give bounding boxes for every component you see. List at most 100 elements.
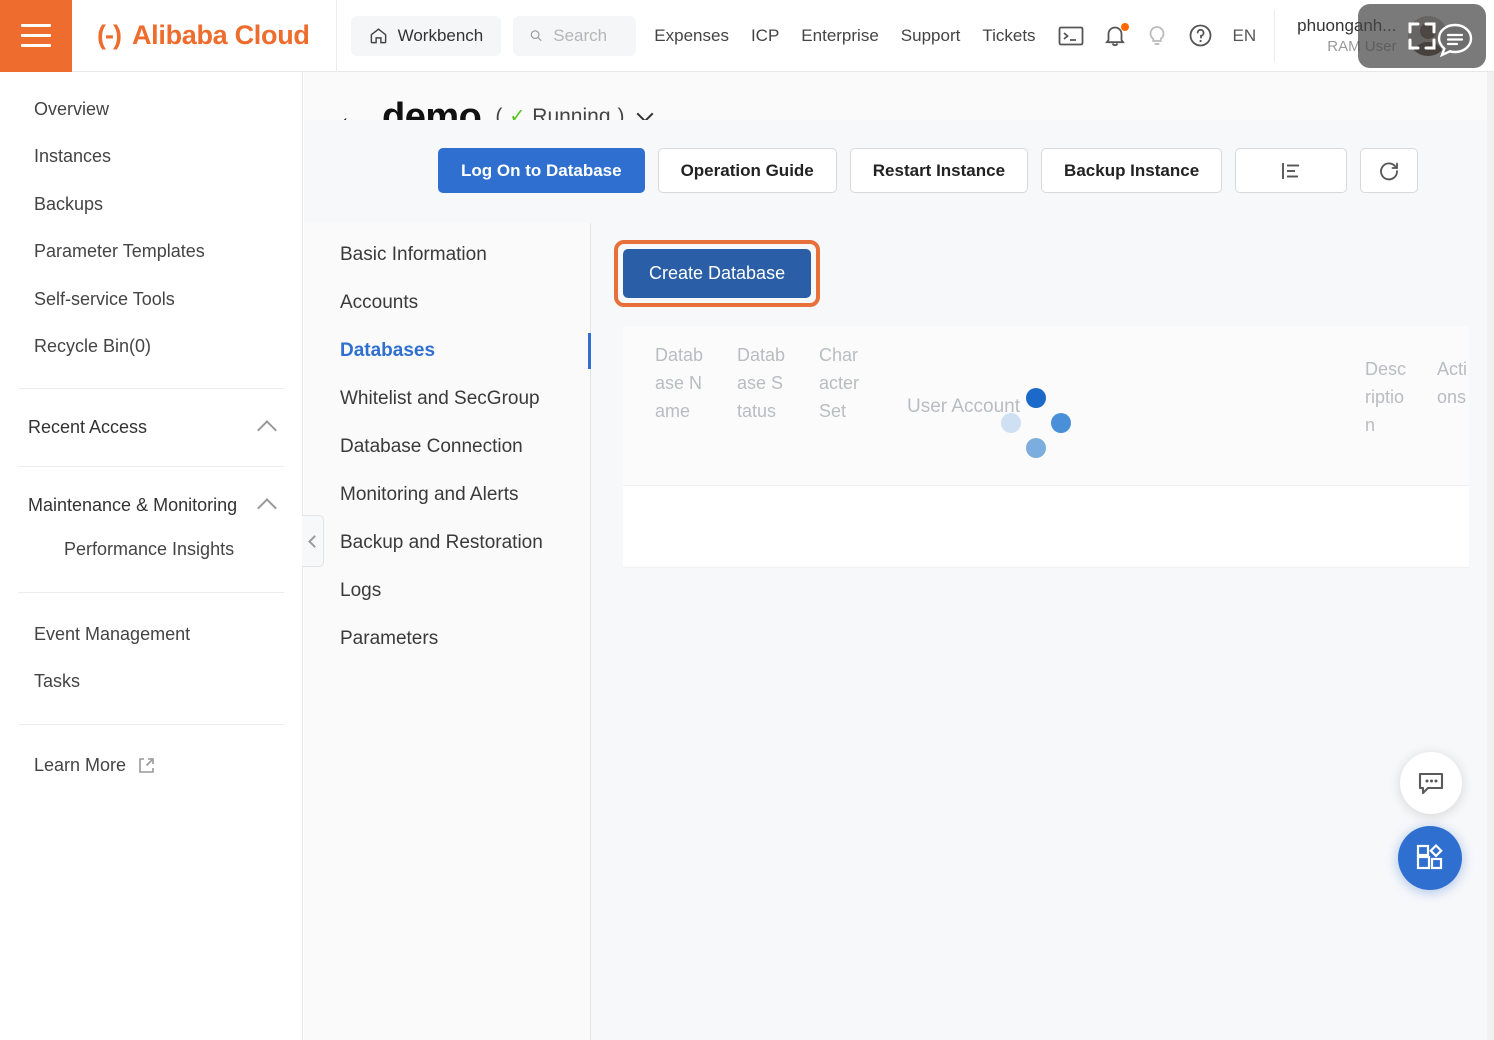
brand-name: Alibaba Cloud <box>132 20 310 51</box>
sidebar-divider <box>18 388 284 389</box>
status-badge: ( ✓ Running ) <box>495 105 624 120</box>
back-arrow-icon[interactable]: ← <box>334 100 368 120</box>
sidebar-group-label: Maintenance & Monitoring <box>28 495 237 516</box>
apps-button[interactable] <box>1398 826 1462 890</box>
column-header-database-name: Database Name <box>651 342 705 485</box>
loading-spinner <box>1001 388 1071 458</box>
sidebar-item-backups[interactable]: Backups <box>0 181 302 228</box>
terminal-icon[interactable] <box>1058 25 1084 47</box>
sidebar-collapse-handle[interactable] <box>302 515 324 567</box>
table-body-empty <box>623 486 1469 568</box>
sidebar-item-recycle-bin[interactable]: Recycle Bin(0) <box>0 323 302 370</box>
lightbulb-glyph <box>1146 24 1168 48</box>
check-icon: ✓ <box>509 105 525 120</box>
feedback-button[interactable] <box>1400 752 1462 814</box>
hamburger-bar <box>21 24 51 27</box>
workbench-label: Workbench <box>398 26 484 46</box>
home-icon <box>369 26 388 45</box>
sidebar-item-overview[interactable]: Overview <box>0 86 302 133</box>
chevron-left-icon <box>308 535 321 548</box>
status-paren-close: ) <box>618 105 625 120</box>
inner-nav-whitelist-and-secgroup[interactable]: Whitelist and SecGroup <box>304 375 590 423</box>
create-database-button[interactable]: Create Database <box>623 249 811 298</box>
hamburger-icon[interactable] <box>0 0 72 72</box>
sidebar-item-event-management[interactable]: Event Management <box>0 611 302 658</box>
inner-nav-monitoring-and-alerts[interactable]: Monitoring and Alerts <box>304 471 590 519</box>
nav-icp[interactable]: ICP <box>751 26 779 46</box>
inner-nav-databases[interactable]: Databases <box>304 327 590 375</box>
create-database-wrapper: Create Database <box>623 249 811 298</box>
sidebar-group-recent-access[interactable]: Recent Access <box>0 407 302 448</box>
instance-title-bar: ← demo ( ✓ Running ) <box>304 72 1494 120</box>
refresh-icon <box>1378 160 1400 182</box>
content-wrapper: Basic Information Accounts Databases Whi… <box>304 223 1494 1040</box>
spinner-dot <box>1051 413 1071 433</box>
backup-instance-button[interactable]: Backup Instance <box>1041 148 1222 193</box>
external-link-icon <box>138 757 155 774</box>
refresh-icon-button[interactable] <box>1360 148 1418 193</box>
sidebar-item-performance-insights[interactable]: Performance Insights <box>0 526 302 573</box>
chevron-up-icon <box>257 420 277 440</box>
workbench-button[interactable]: Workbench <box>351 16 502 56</box>
databases-panel: Create Database Database Name Database S… <box>591 223 1494 1040</box>
sidebar-item-parameter-templates[interactable]: Parameter Templates <box>0 228 302 275</box>
inner-nav-database-connection[interactable]: Database Connection <box>304 423 590 471</box>
bell-icon[interactable] <box>1104 24 1126 48</box>
notification-badge <box>1121 23 1129 31</box>
lightbulb-icon[interactable] <box>1146 24 1168 48</box>
chat-bubble-icon <box>1416 768 1446 798</box>
inner-nav-logs[interactable]: Logs <box>304 567 590 615</box>
spinner-dot <box>1026 438 1046 458</box>
sidebar-item-instances[interactable]: Instances <box>0 133 302 180</box>
nav-expenses[interactable]: Expenses <box>654 26 729 46</box>
sidebar-divider <box>18 466 284 467</box>
sidebar-group-maintenance-monitoring[interactable]: Maintenance & Monitoring <box>0 485 302 526</box>
app-root: (-) Alibaba Cloud Workbench Expenses ICP… <box>0 0 1494 1040</box>
page-scrollbar[interactable] <box>1487 72 1494 1040</box>
sidebar-group-label: Recent Access <box>28 417 147 438</box>
nav-support[interactable]: Support <box>901 26 961 46</box>
nav-tickets[interactable]: Tickets <box>982 26 1035 46</box>
log-on-to-database-button[interactable]: Log On to Database <box>438 148 645 193</box>
chat-bubble-icon <box>1432 18 1478 64</box>
list-view-icon-button[interactable] <box>1235 148 1347 193</box>
inner-nav-parameters[interactable]: Parameters <box>304 615 590 663</box>
brand-logo[interactable]: (-) Alibaba Cloud <box>72 0 337 72</box>
column-header-character-set: Character Set <box>815 342 861 485</box>
inner-nav-accounts[interactable]: Accounts <box>304 279 590 327</box>
title-row: ← demo ( ✓ Running ) <box>334 100 651 120</box>
spinner-dot <box>1001 413 1021 433</box>
column-header-actions: Actions <box>1433 342 1469 485</box>
apps-grid-icon <box>1414 842 1446 874</box>
column-header-description: Description <box>1361 342 1407 485</box>
help-circle-icon[interactable] <box>1188 23 1213 48</box>
sidebar-divider <box>18 724 284 725</box>
header-icon-group: EN <box>1058 23 1257 48</box>
restart-instance-button[interactable]: Restart Instance <box>850 148 1028 193</box>
spinner-dot <box>1026 388 1046 408</box>
top-header: (-) Alibaba Cloud Workbench Expenses ICP… <box>0 0 1494 72</box>
overlay-chat-button[interactable] <box>1432 18 1478 64</box>
column-header-database-status: Database Status <box>733 342 787 485</box>
sidebar-item-tasks[interactable]: Tasks <box>0 658 302 705</box>
nav-enterprise[interactable]: Enterprise <box>801 26 878 46</box>
sidebar-item-learn-more[interactable]: Learn More <box>0 743 302 788</box>
inner-nav-backup-and-restoration[interactable]: Backup and Restoration <box>304 519 590 567</box>
status-label: Running <box>532 105 610 120</box>
inner-nav-basic-information[interactable]: Basic Information <box>304 231 590 279</box>
page-title: demo <box>382 100 481 120</box>
status-paren-open: ( <box>495 105 502 120</box>
sidebar-item-self-service-tools[interactable]: Self-service Tools <box>0 276 302 323</box>
search-input[interactable] <box>553 26 620 46</box>
hamburger-bar <box>21 44 51 47</box>
left-sidebar: Overview Instances Backups Parameter Tem… <box>0 72 303 1040</box>
terminal-glyph <box>1058 25 1084 47</box>
chevron-down-icon[interactable] <box>636 105 653 120</box>
table-header-row: Database Name Database Status Character … <box>623 326 1469 486</box>
help-glyph <box>1188 23 1213 48</box>
hamburger-bar <box>21 34 51 37</box>
language-selector[interactable]: EN <box>1233 26 1257 46</box>
operation-guide-button[interactable]: Operation Guide <box>658 148 837 193</box>
search-icon <box>529 26 543 45</box>
search-box[interactable] <box>513 16 636 56</box>
